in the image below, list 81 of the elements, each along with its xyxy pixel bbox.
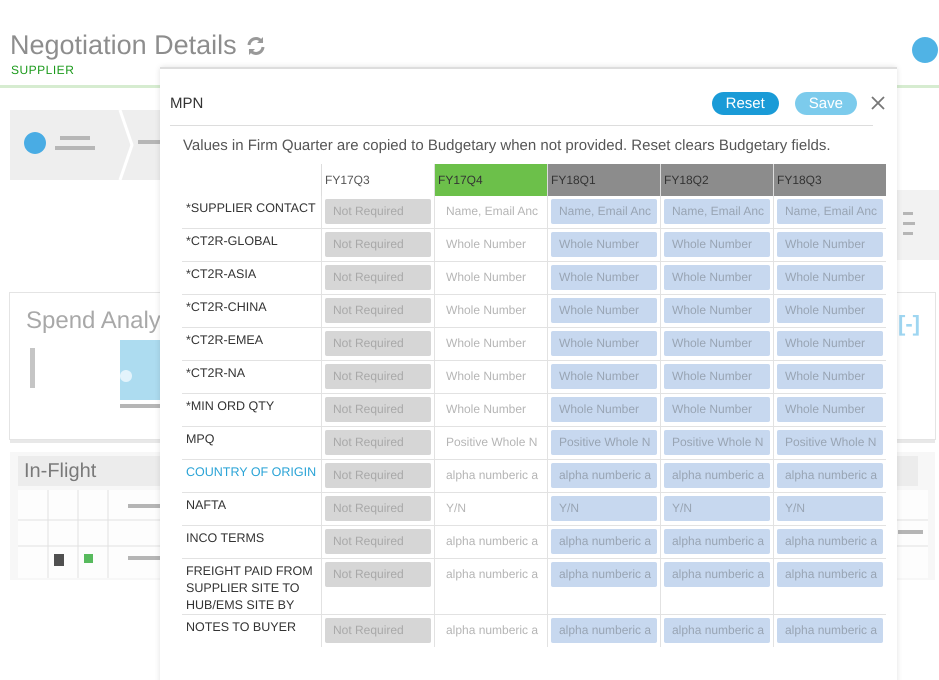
input-field[interactable]: alpha numberic a [664,463,770,488]
input-field[interactable]: alpha numberic a [777,463,883,488]
refresh-icon[interactable] [244,34,267,56]
field-label-link[interactable]: COUNTRY OF ORIGIN [182,460,322,492]
input-field[interactable]: alpha numberic a [551,463,657,488]
input-field[interactable]: Whole Number [551,331,657,356]
input-field[interactable]: Y/N [438,496,544,521]
input-field[interactable]: Whole Number [438,331,544,356]
input-field[interactable]: Whole Number [551,232,657,257]
input-field[interactable]: Whole Number [664,265,770,290]
input-field[interactable]: Positive Whole N [438,430,544,455]
column-header: FY18Q2 [660,164,774,196]
column-header: FY17Q4 [434,164,548,196]
field-label: *CT2R-NA [182,360,322,394]
input-field[interactable]: Whole Number [777,298,883,323]
input-field[interactable]: alpha numberic a [438,463,544,488]
field-label: NAFTA [182,492,322,526]
input-field[interactable]: Name, Email Anc [438,199,544,224]
field-label: *CT2R-CHINA [182,294,322,328]
field-label: FREIGHT PAID FROM SUPPLIER SITE TO HUB/EMS SITE BY [182,558,322,614]
card-title: Spend Analy [26,307,161,335]
field-label: NOTES TO BUYER [182,614,322,647]
column-header: FY17Q3 [322,164,434,196]
input-field[interactable]: Whole Number [777,364,883,389]
input-field[interactable]: Whole Number [777,265,883,290]
input-field[interactable]: Whole Number [664,364,770,389]
section-title: In-Flight [24,460,96,482]
input-field[interactable]: Name, Email Anc [777,199,883,224]
input-field[interactable]: Name, Email Anc [664,199,770,224]
column-header: FY18Q3 [774,164,886,196]
input-field[interactable]: Whole Number [438,265,544,290]
dialog-title: MPN [170,94,204,112]
input-field[interactable]: Whole Number [777,232,883,257]
input-field[interactable]: alpha numberic a [777,562,883,587]
input-field[interactable]: Whole Number [551,364,657,389]
supplier-label: SUPPLIER [11,63,76,77]
input-field[interactable]: alpha numberic a [777,529,883,554]
field-label: *CT2R-EMEA [182,328,322,360]
input-field[interactable]: Whole Number [551,298,657,323]
field-label: INCO TERMS [182,526,322,558]
input-field[interactable]: Whole Number [438,397,544,422]
input-field[interactable]: Positive Whole N [777,430,883,455]
input-field[interactable]: Positive Whole N [664,430,770,455]
collapse-toggle[interactable]: [-] [898,311,920,337]
input-field[interactable]: Whole Number [438,232,544,257]
info-text: Values in Firm Quarter are copied to Budgetary when not provided. Reset clears Budgetary fields. [182,136,832,154]
input-field[interactable]: Y/N [777,496,883,521]
column-header: FY18Q1 [548,164,660,196]
input-field[interactable]: alpha numberic a [438,562,544,587]
input-field[interactable]: Whole Number [664,331,770,356]
input-field[interactable]: alpha numberic a [664,562,770,587]
input-field[interactable]: alpha numberic a [664,529,770,554]
field-label: *CT2R-GLOBAL [182,228,322,262]
action-button[interactable]: Reset [712,92,779,114]
input-field[interactable]: alpha numberic a [551,562,657,587]
close-icon[interactable] [871,96,885,110]
field-label: MPQ [182,426,322,460]
input-field[interactable]: Whole Number [777,331,883,356]
input-field[interactable]: alpha numberic a [438,529,544,554]
input-field[interactable]: Positive Whole N [551,430,657,455]
user-avatar[interactable] [912,37,938,63]
input-field[interactable]: alpha numberic a [551,618,657,643]
field-label: *CT2R-ASIA [182,262,322,294]
input-field[interactable]: alpha numberic a [551,529,657,554]
field-label: *MIN ORD QTY [182,394,322,426]
input-field[interactable]: Whole Number [438,364,544,389]
input-field[interactable]: Whole Number [777,397,883,422]
input-field[interactable]: Whole Number [551,265,657,290]
input-field[interactable]: Whole Number [551,397,657,422]
field-label: *SUPPLIER CONTACT [182,196,322,228]
input-field[interactable]: Whole Number [664,397,770,422]
input-field[interactable]: Whole Number [438,298,544,323]
page-title: Negotiation Details [10,30,237,61]
input-field[interactable]: Y/N [551,496,657,521]
input-field[interactable]: alpha numberic a [664,618,770,643]
input-field[interactable]: Y/N [664,496,770,521]
input-field[interactable]: alpha numberic a [438,618,544,643]
input-field[interactable]: Whole Number [664,298,770,323]
input-field[interactable]: Whole Number [664,232,770,257]
input-field[interactable]: alpha numberic a [777,618,883,643]
input-field[interactable]: Name, Email Anc [551,199,657,224]
